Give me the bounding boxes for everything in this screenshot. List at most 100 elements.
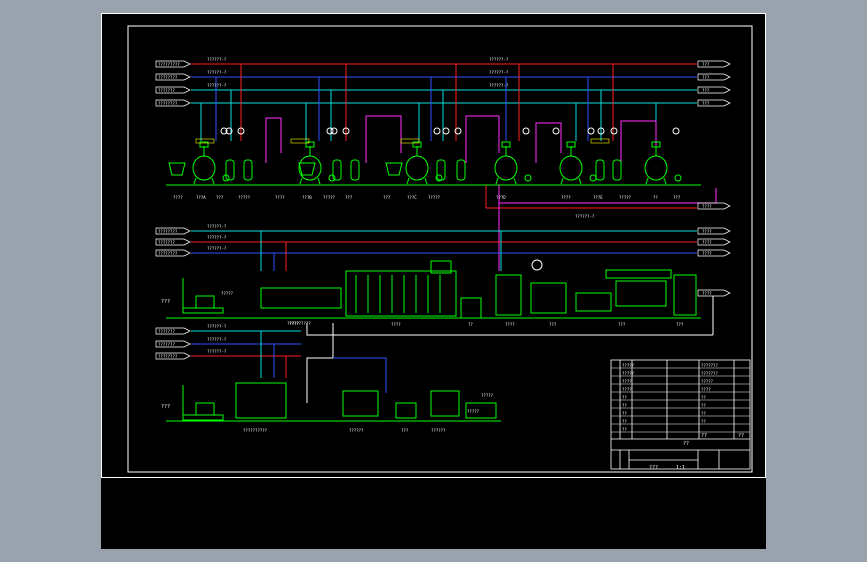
platform-scale	[182, 414, 224, 421]
transfer-line	[620, 120, 657, 163]
feed-hopper	[385, 162, 403, 176]
storage-tank	[243, 159, 253, 181]
carton-sealer	[430, 390, 460, 417]
pump	[674, 174, 682, 182]
vessel-leg	[495, 177, 499, 185]
pipe-label: ??????-?	[207, 57, 227, 62]
title-block-row-value: ??	[701, 411, 706, 416]
title-block-row-value: ?????	[701, 379, 714, 384]
process-label: ????	[505, 322, 515, 327]
outlet-label: ???	[702, 62, 710, 67]
pipe-label: ??????-?	[207, 70, 227, 75]
process-label: ??	[468, 322, 473, 327]
drawing-sheet: ????????????????????????????????????????…	[101, 13, 766, 549]
process-label: ?????	[428, 195, 441, 200]
process-label: ??????	[349, 428, 364, 433]
feed-hopper	[168, 162, 186, 176]
pressure-gauge	[610, 127, 618, 135]
title-block-row-label: ?????	[622, 371, 635, 376]
title-block-row-value: ???????	[701, 371, 718, 376]
pressure-gauge	[442, 127, 450, 135]
tablet-press	[235, 382, 287, 419]
title-block-row-label: ????	[622, 387, 632, 392]
blister-machine	[342, 390, 379, 417]
process-label: ???E	[593, 195, 603, 200]
process-label: ??????	[431, 428, 446, 433]
inlet-label: ????????	[158, 75, 178, 80]
process-label: ??????????	[243, 428, 268, 433]
title-block-scale: 1:1	[676, 465, 685, 471]
process-label: ??	[653, 195, 658, 200]
process-label: ???	[345, 195, 353, 200]
process-label: ???B	[302, 195, 312, 200]
inlet-label: ????????	[158, 354, 178, 359]
reactor-vessel	[644, 155, 668, 181]
storage-tank	[350, 159, 360, 181]
conveyor	[575, 292, 612, 312]
title-block-row-label: ?????	[622, 363, 635, 368]
title-block-row-label: ??	[622, 411, 627, 416]
process-label: ?????	[221, 291, 234, 296]
outlet-label: ???	[702, 88, 710, 93]
vessel-leg	[645, 177, 649, 185]
process-label: ???C	[407, 195, 417, 200]
process-label: ???A	[196, 195, 206, 200]
pipe-label: ??????-?	[207, 83, 227, 88]
vessel-leg	[424, 177, 428, 185]
outlet-label: ????	[702, 240, 712, 245]
label-layer: ????????????????????????????????????????…	[158, 57, 718, 433]
pipe-label: ??????-?	[489, 70, 509, 75]
process-flow-diagram: ????????????????????????????????????????…	[101, 13, 766, 478]
pipe-label: ??????-?	[575, 214, 595, 219]
storage-tank	[225, 159, 235, 181]
transfer-line	[535, 122, 562, 163]
title-block-row-value: ????	[701, 387, 711, 392]
sieve-machine	[460, 297, 482, 319]
cartoning-machine	[673, 274, 697, 316]
pipe-label: ??????-?	[489, 83, 509, 88]
feed-hopper	[298, 162, 316, 176]
inlet-label: ?????????	[158, 62, 180, 67]
process-label: ????	[561, 195, 571, 200]
title-block-row-label: ??	[622, 419, 627, 424]
pipe-label: ??????-?	[207, 324, 227, 329]
vessel-leg	[317, 177, 321, 185]
title-block-row-label: ??	[622, 427, 627, 432]
title-block-row-value: ??	[701, 419, 706, 424]
process-label: ????	[173, 195, 183, 200]
title-block-row-value: ??	[701, 403, 706, 408]
transfer-line	[265, 117, 282, 163]
vessel-leg	[406, 177, 410, 185]
storage-tank	[456, 159, 466, 181]
process-label: ????	[391, 322, 401, 327]
title-block-row-value: ??	[701, 395, 706, 400]
packing-table	[605, 269, 672, 279]
process-label: ???	[673, 195, 681, 200]
title-block	[610, 359, 751, 470]
coating-machine	[530, 282, 567, 314]
pipe-label: ??????-?	[489, 57, 509, 62]
storage-tank	[612, 159, 622, 181]
transfer-line	[465, 115, 500, 163]
pipe-label: ??????-?	[207, 246, 227, 251]
storage-tank	[595, 159, 605, 181]
inlet-label: ???????	[158, 342, 175, 347]
pressure-gauge	[531, 259, 543, 271]
title-block-sheet: ??	[701, 433, 707, 439]
vessel-leg	[663, 177, 667, 185]
inlet-label: ????????	[158, 101, 178, 106]
pressure-gauge	[587, 127, 595, 135]
equipment-layer	[166, 127, 701, 422]
title-block-row-label: ????	[622, 379, 632, 384]
mill-machine	[495, 274, 522, 316]
reactor-vessel	[405, 155, 429, 181]
transfer-line	[498, 185, 717, 204]
process-label: ?????	[619, 195, 632, 200]
pipe-network	[155, 60, 731, 403]
process-label: ???D	[496, 195, 506, 200]
reactor-vessel	[494, 155, 518, 181]
title-block-row-label: ??	[622, 403, 627, 408]
process-label: ?????	[467, 409, 480, 414]
process-label: ???	[676, 322, 684, 327]
title-block-row-label: ??	[622, 395, 627, 400]
